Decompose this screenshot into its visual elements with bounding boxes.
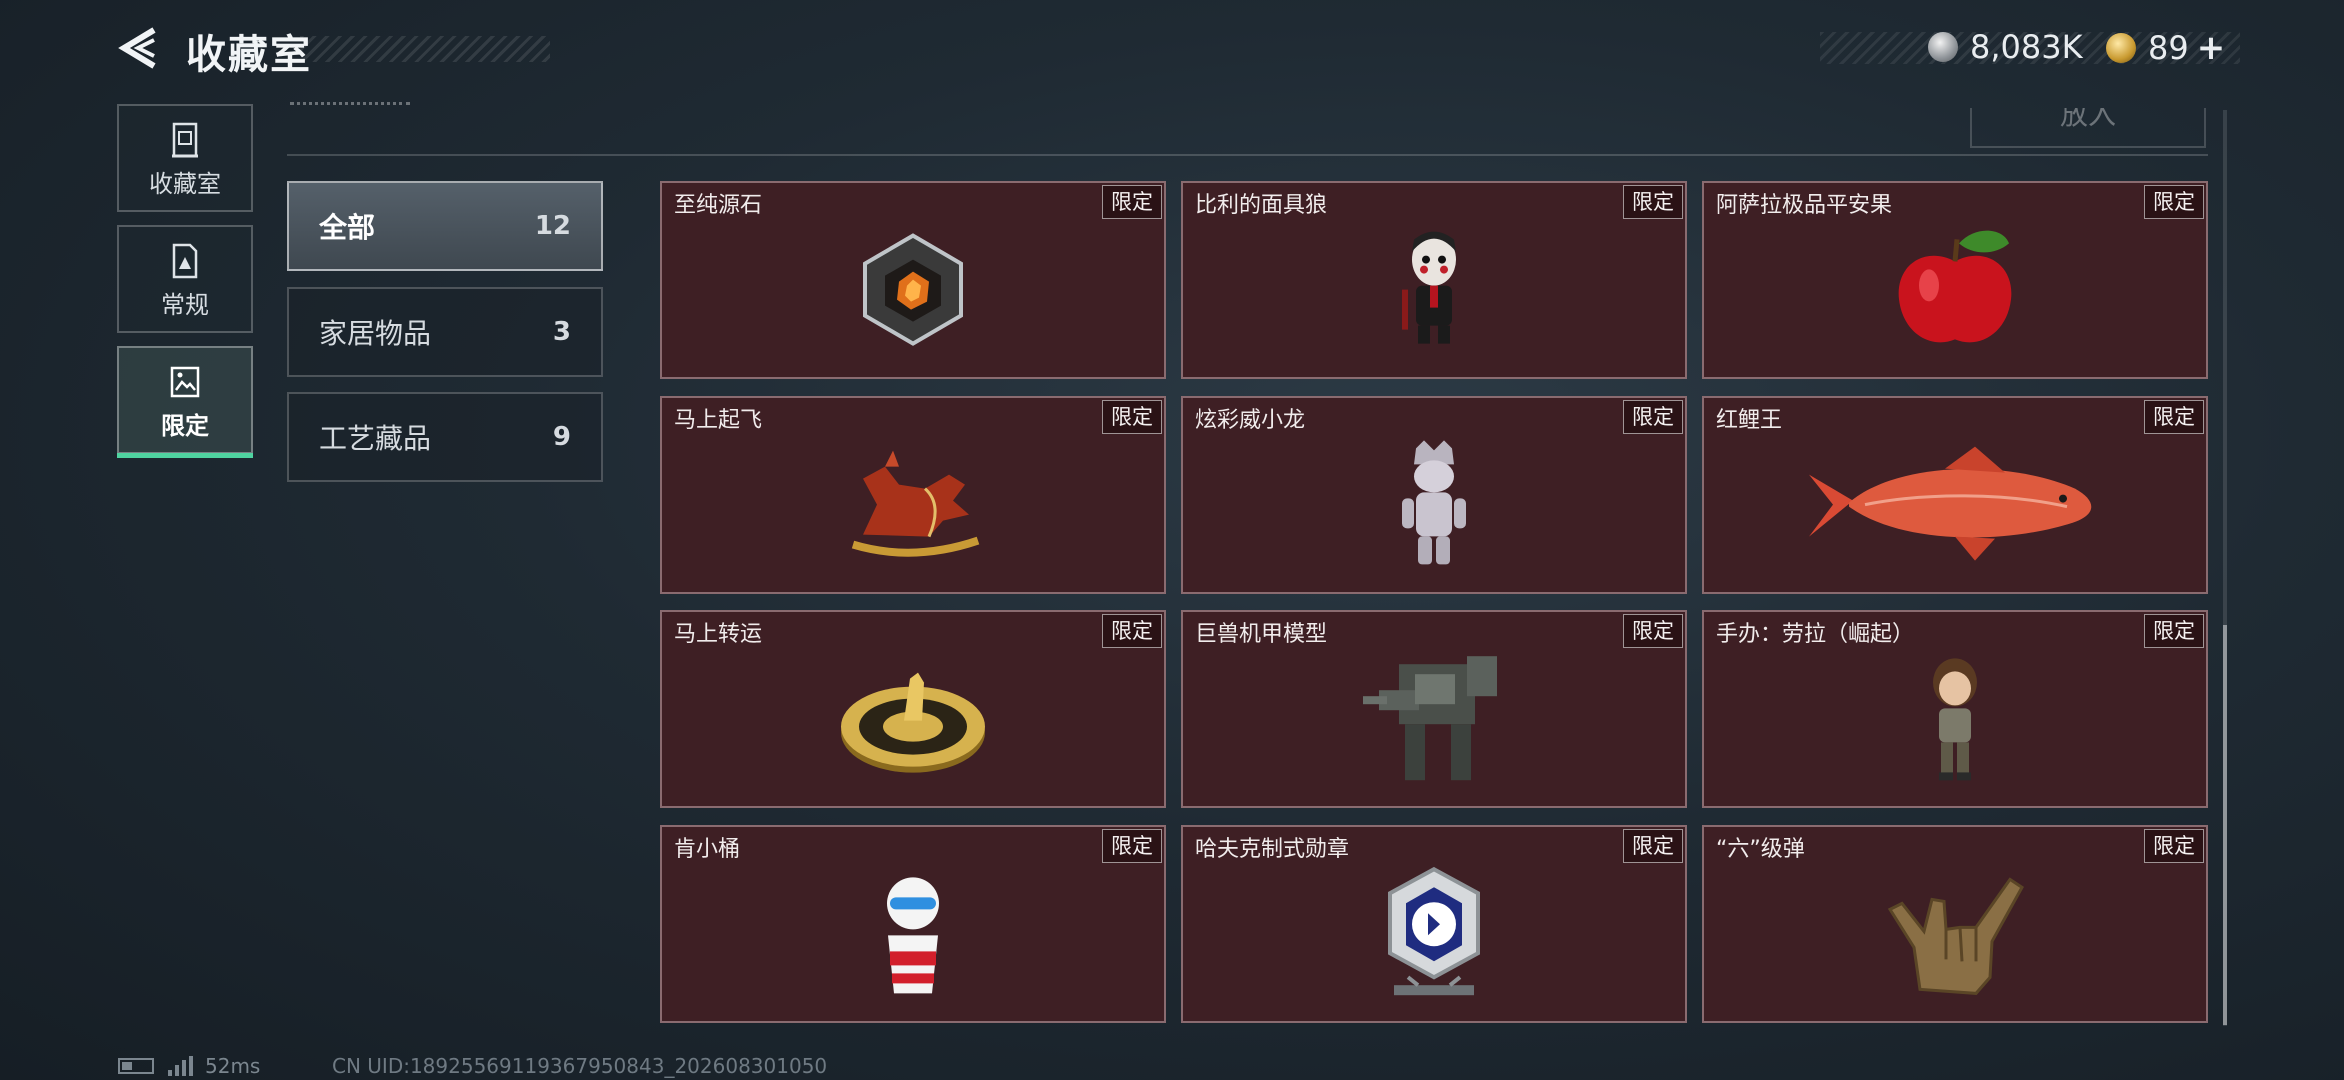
category-name: 家居物品 [319,317,432,350]
nav-item-limited[interactable]: 限定 [117,346,253,458]
dragon-figure-icon [1402,440,1466,565]
gold-disc-icon [841,672,985,773]
title-decoration [300,36,550,62]
item-card[interactable]: 马上转运 限定 [660,610,1166,808]
item-name: 手办：劳拉（崛起） [1716,622,1915,647]
category-name: 全部 [319,211,376,244]
item-name: 红鲤王 [1716,408,1783,433]
category-count: 9 [552,422,571,452]
item-card[interactable]: 阿萨拉极品平安果 限定 [1702,181,2208,379]
divider [287,154,2208,156]
item-card[interactable]: “六”级弹 限定 [1702,825,2208,1023]
limited-badge: 限定 [1623,400,1683,434]
limited-badge: 限定 [1623,829,1683,863]
limited-badge: 限定 [2144,829,2204,863]
item-name: 哈夫克制式勋章 [1195,837,1350,862]
category-count: 3 [552,317,571,347]
category-all[interactable]: 全部 12 [287,181,603,271]
horse-statue-icon [851,450,980,557]
limited-badge: 限定 [1102,185,1162,219]
page-title: 收藏室 [186,32,312,78]
carp-fish-icon [1809,446,2092,561]
category-household[interactable]: 家居物品 3 [287,287,603,377]
item-name: 马上起飞 [674,408,763,433]
bucket-mascot-icon [887,877,939,994]
nav-label: 收藏室 [149,170,221,198]
limited-badge: 限定 [2144,614,2204,648]
hand-gesture-icon [1887,877,2024,995]
category-name: 工艺藏品 [319,422,432,455]
uid-text: CN UID:18925569119367950843_202608301050 [332,1054,828,1078]
item-card[interactable]: 巨兽机甲模型 限定 [1181,610,1687,808]
place-button[interactable]: 放入 [1970,108,2206,148]
item-name: 阿萨拉极品平安果 [1716,193,1893,218]
item-card[interactable]: 马上起飞 限定 [660,396,1166,594]
limited-badge: 限定 [1102,400,1162,434]
puppet-figure-icon [1402,231,1456,344]
gem-icon [863,233,963,346]
item-card[interactable]: 红鲤王 限定 [1702,396,2208,594]
signal-icon [168,1056,193,1076]
item-card[interactable]: 肯小桶 限定 [660,825,1166,1023]
nav-item-regular[interactable]: 常规 [117,225,253,333]
limited-badge: 限定 [1102,829,1162,863]
item-name: 炫彩威小龙 [1195,408,1306,433]
ping-value: 52ms [205,1054,261,1078]
gold-currency[interactable]: 89 + [2106,28,2225,68]
mech-model-icon [1363,656,1497,781]
picture-icon [170,366,200,398]
apple-icon [1898,230,2012,343]
item-name: 马上转运 [674,622,763,647]
silver-currency[interactable]: 8,083K [1928,28,2083,66]
silver-coin-icon [1928,32,1958,62]
figurine-icon [1933,658,1977,781]
nav-item-collection[interactable]: 收藏室 [117,104,253,212]
item-card[interactable]: 手办：劳拉（崛起） 限定 [1702,610,2208,808]
battery-icon [118,1058,154,1074]
gold-currency-value: 89 [2148,29,2189,67]
nav-label: 限定 [161,412,209,440]
item-name: 至纯源石 [674,193,763,218]
document-icon [172,243,198,279]
item-card[interactable]: 至纯源石 限定 [660,181,1166,379]
item-card[interactable]: 炫彩威小龙 限定 [1181,396,1687,594]
silver-currency-value: 8,083K [1970,28,2083,66]
scrollbar-thumb[interactable] [2223,625,2227,1025]
item-name: “六”级弹 [1716,837,1805,862]
limited-badge: 限定 [1102,614,1162,648]
item-name: 巨兽机甲模型 [1195,622,1328,647]
limited-badge: 限定 [1623,614,1683,648]
item-name: 肯小桶 [674,837,741,862]
back-arrow-icon[interactable] [118,26,162,70]
status-bar: 52ms [118,1054,260,1078]
item-name: 比利的面具狼 [1195,193,1328,218]
gold-coin-icon [2106,33,2136,63]
medal-icon [1388,866,1480,996]
item-card[interactable]: 哈夫克制式勋章 限定 [1181,825,1687,1023]
category-crafts[interactable]: 工艺藏品 9 [287,392,603,482]
top-bar: 收藏室 8,083K 89 + [0,0,2344,100]
limited-badge: 限定 [1623,185,1683,219]
limited-badge: 限定 [2144,185,2204,219]
section-header-cutoff [290,96,410,110]
limited-badge: 限定 [2144,400,2204,434]
category-count: 12 [534,211,571,241]
add-currency-button[interactable]: + [2197,28,2226,68]
item-card[interactable]: 比利的面具狼 限定 [1181,181,1687,379]
cabinet-icon [172,122,198,158]
nav-label: 常规 [161,291,209,319]
